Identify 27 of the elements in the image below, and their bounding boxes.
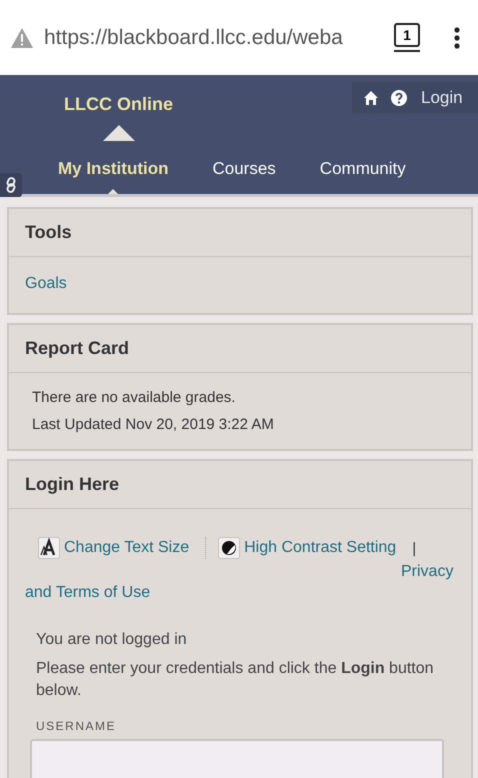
login-link[interactable]: Login: [421, 88, 463, 108]
module-title: Login Here: [25, 474, 120, 494]
instructions-text: Please enter your credentials and click the Login button below.: [36, 659, 435, 701]
accessibility-link[interactable]: High Contrast Setting: [244, 539, 396, 557]
more-menu-icon[interactable]: [454, 26, 460, 48]
site-title[interactable]: LLCC Online: [64, 94, 173, 115]
text-size-icon[interactable]: [38, 537, 60, 559]
login-status-text: You are not logged in: [36, 631, 188, 649]
nav-tab[interactable]: Courses: [212, 159, 276, 194]
separator-text: |: [412, 540, 416, 556]
privacy-link[interactable]: Privacy and Terms of Use: [25, 561, 455, 603]
contrast-icon[interactable]: [218, 537, 240, 559]
url-text[interactable]: https://blackboard.llcc.edu/weba: [44, 26, 374, 50]
module-text: There are no available grades.: [32, 389, 236, 406]
nav-tab[interactable]: Community: [320, 159, 406, 194]
username-label: USERNAME: [36, 719, 118, 733]
link-icon[interactable]: [0, 173, 22, 197]
module-link[interactable]: Goals: [25, 275, 67, 292]
accessibility-link[interactable]: Change Text Size: [64, 539, 190, 557]
help-icon[interactable]: [391, 90, 407, 106]
module-title: Tools: [25, 222, 72, 242]
module-text: Last Updated Nov 20, 2019 3:22 AM: [32, 416, 275, 433]
module-title: Report Card: [25, 338, 130, 358]
warning-icon: [10, 26, 34, 48]
home-icon[interactable]: [363, 90, 379, 106]
triangle-icon: [102, 125, 134, 141]
username-field[interactable]: [30, 739, 444, 778]
